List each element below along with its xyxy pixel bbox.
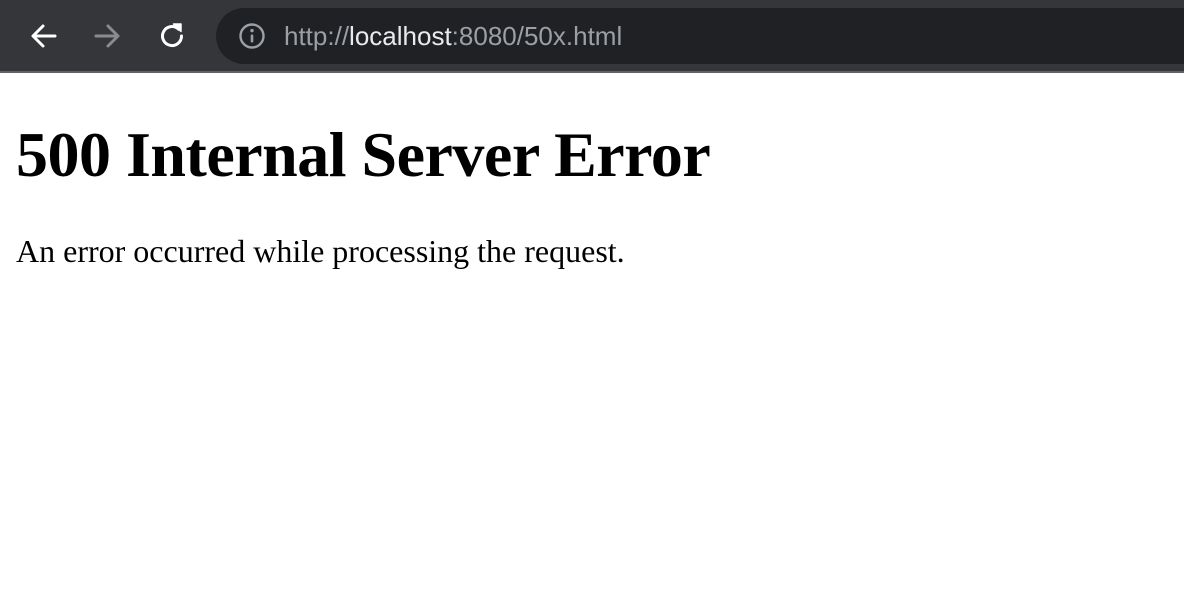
address-bar[interactable]: http://localhost:8080/50x.html [216,8,1184,64]
back-button[interactable] [22,14,66,58]
reload-button[interactable] [150,14,194,58]
page-content: 500 Internal Server Error An error occur… [16,75,1166,271]
url-scheme: http:// [284,21,350,51]
page-title: 500 Internal Server Error [16,119,711,190]
browser-toolbar: http://localhost:8080/50x.html [0,0,1184,73]
url-host: localhost [349,21,452,51]
forward-button[interactable] [85,14,129,58]
error-message: An error occurred while processing the r… [16,233,625,269]
arrow-right-icon [94,24,120,48]
arrow-left-icon [31,24,57,48]
url-path: :8080/50x.html [451,21,623,51]
info-icon[interactable] [238,22,266,50]
reload-icon [161,23,184,48]
url-text[interactable]: http://localhost:8080/50x.html [284,8,622,64]
